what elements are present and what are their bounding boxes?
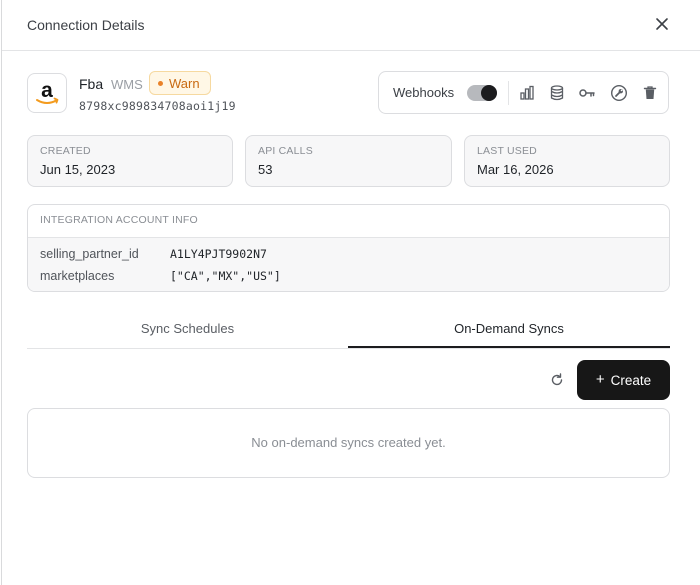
webhooks-toggle[interactable]	[467, 85, 497, 101]
close-icon	[656, 18, 668, 30]
webhooks-label: Webhooks	[393, 85, 455, 100]
account-id: 8798xc989834708aoi1j19	[79, 99, 236, 113]
integration-account-info: INTEGRATION ACCOUNT INFO selling_partner…	[27, 204, 670, 292]
empty-state-message: No on-demand syncs created yet.	[251, 435, 446, 450]
analytics-button[interactable]	[518, 84, 536, 102]
toolbar-divider	[508, 81, 509, 105]
database-icon	[550, 85, 564, 101]
info-key: marketplaces	[40, 269, 115, 283]
plus-icon: +	[595, 371, 605, 388]
stat-label: CREATED	[40, 145, 91, 157]
tab-sync-schedules[interactable]: Sync Schedules	[27, 312, 348, 347]
sync-tabs: Sync Schedules On-Demand Syncs	[27, 312, 670, 349]
stat-value: Jun 15, 2023	[40, 162, 116, 177]
close-button[interactable]	[654, 16, 670, 32]
settings-button[interactable]	[610, 84, 628, 102]
stat-api-calls: API CALLS 53	[245, 135, 452, 187]
credentials-button[interactable]	[578, 84, 596, 102]
stat-value: 53	[258, 162, 273, 177]
svg-text:a: a	[41, 79, 53, 102]
info-key: selling_partner_id	[40, 247, 139, 261]
stat-last-used: LAST USED Mar 16, 2026	[464, 135, 670, 187]
info-row: selling_partner_id A1LY4PJT9902N7	[40, 247, 267, 263]
connection-toolbar: Webhooks	[378, 71, 669, 114]
info-body: selling_partner_id A1LY4PJT9902N7 market…	[28, 238, 669, 291]
info-header: INTEGRATION ACCOUNT INFO	[28, 205, 669, 238]
bar-chart-icon	[520, 85, 534, 100]
wrench-icon	[610, 84, 628, 102]
refresh-icon	[551, 373, 563, 386]
key-icon	[579, 89, 595, 97]
refresh-button[interactable]	[548, 371, 566, 389]
info-title: INTEGRATION ACCOUNT INFO	[40, 214, 198, 226]
info-value: A1LY4PJT9902N7	[170, 247, 267, 261]
toggle-knob	[481, 85, 497, 101]
account-logo: a	[27, 73, 67, 113]
stat-value: Mar 16, 2026	[477, 162, 554, 177]
stat-label: LAST USED	[477, 145, 537, 157]
account-type: WMS	[111, 77, 143, 92]
panel-header: Connection Details	[2, 0, 700, 51]
tab-on-demand-syncs[interactable]: On-Demand Syncs	[348, 312, 670, 348]
info-value: ["CA","MX","US"]	[170, 269, 281, 283]
create-button[interactable]: + Create	[577, 360, 670, 400]
account-name: Fba	[79, 76, 104, 92]
page-title: Connection Details	[27, 17, 145, 33]
status-dot	[158, 80, 163, 86]
trash-icon	[643, 86, 657, 99]
delete-button[interactable]	[641, 84, 659, 102]
connection-details-panel: Connection Details a Fba WMS Warn 8798xc…	[1, 0, 700, 585]
empty-state: No on-demand syncs created yet.	[27, 408, 670, 478]
status-badge: Warn	[149, 71, 211, 95]
amazon-logo-icon: a	[36, 79, 59, 104]
database-button[interactable]	[548, 84, 566, 102]
stat-created: CREATED Jun 15, 2023	[27, 135, 233, 187]
info-row: marketplaces ["CA","MX","US"]	[40, 269, 281, 285]
create-label: Create	[610, 372, 652, 388]
status-label: Warn	[169, 75, 200, 91]
stat-label: API CALLS	[258, 145, 313, 157]
